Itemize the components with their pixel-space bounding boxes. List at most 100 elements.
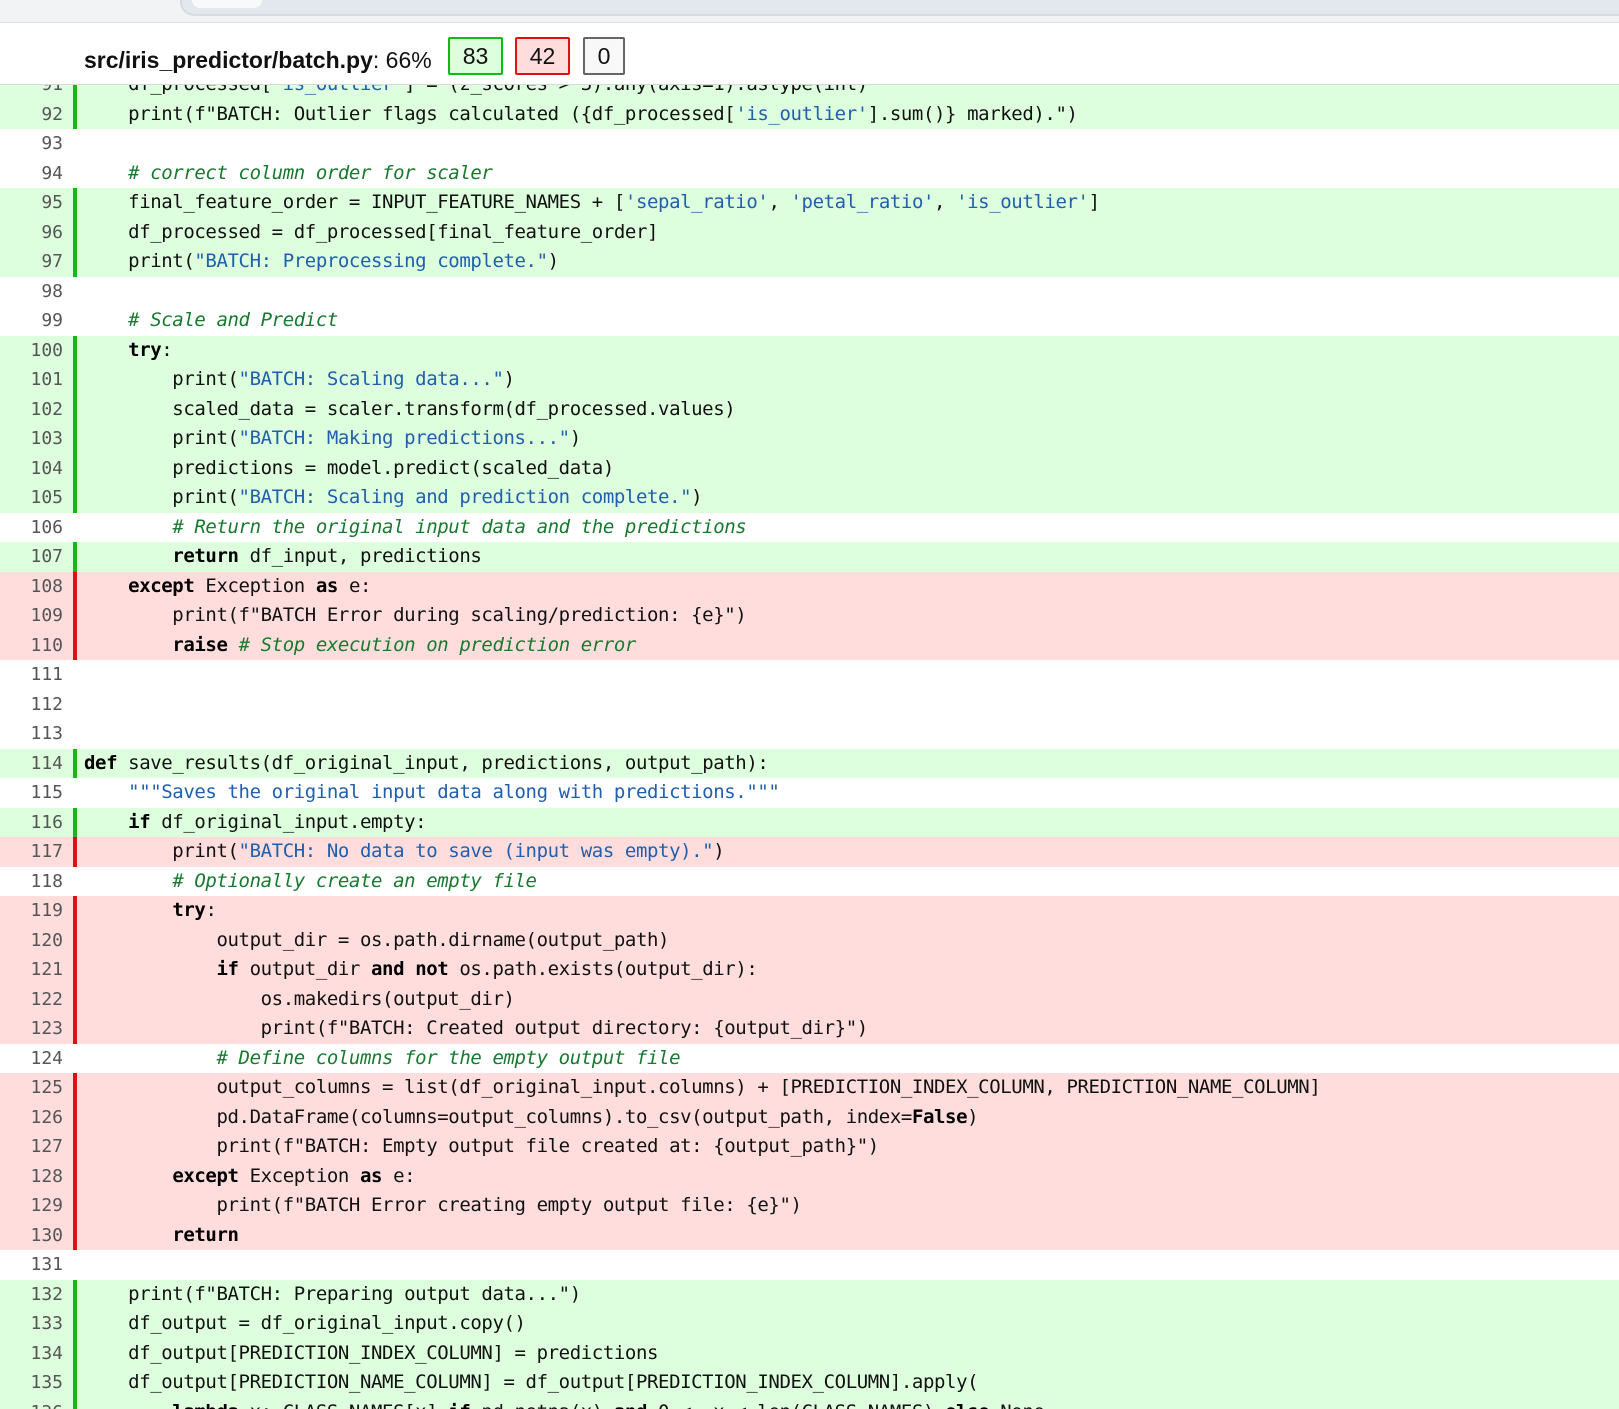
- line-number[interactable]: 123: [0, 1014, 63, 1044]
- missing-lines-toggle[interactable]: 42: [515, 37, 570, 75]
- keyword: try: [128, 338, 162, 361]
- string-literal: 'is_outlier': [735, 102, 868, 125]
- line-number[interactable]: 108: [0, 572, 63, 602]
- line-number[interactable]: 93: [0, 129, 63, 159]
- source-code-view: 91 df_processed['is_outlier'] = (z_score…: [0, 85, 1619, 1409]
- line-number[interactable]: 131: [0, 1250, 63, 1280]
- gutter: [73, 513, 77, 543]
- line-number[interactable]: 128: [0, 1162, 63, 1192]
- line-number[interactable]: 119: [0, 896, 63, 926]
- gutter: [73, 306, 77, 336]
- line-number[interactable]: 117: [0, 837, 63, 867]
- line-number[interactable]: 136: [0, 1398, 63, 1409]
- line-number[interactable]: 126: [0, 1103, 63, 1133]
- line-number[interactable]: 130: [0, 1221, 63, 1251]
- code-line: 110 raise # Stop execution on prediction…: [0, 630, 1619, 661]
- line-number[interactable]: 115: [0, 778, 63, 808]
- line-number[interactable]: 104: [0, 454, 63, 484]
- code-text: :: [205, 899, 217, 921]
- keyword: as: [315, 574, 338, 597]
- missing-marker: [73, 601, 77, 631]
- line-number[interactable]: 116: [0, 808, 63, 838]
- code-line: 101 print("BATCH: Scaling data..."): [0, 365, 1619, 395]
- code-line: 130 return: [0, 1220, 1619, 1251]
- browser-tab-strip: [0, 0, 1619, 23]
- line-number[interactable]: 96: [0, 218, 63, 248]
- line-source: df_processed = df_processed[final_featur…: [84, 218, 658, 248]
- code-line: 129 print(f"BATCH Error creating empty o…: [0, 1191, 1619, 1221]
- missing-marker: [73, 1132, 77, 1162]
- line-number[interactable]: 97: [0, 247, 63, 277]
- browser-tab[interactable]: [180, 0, 1619, 16]
- file-title: src/iris_predictor/batch.py: 66%: [84, 47, 432, 74]
- line-source: print(f"BATCH: Outlier flags calculated …: [84, 100, 1078, 130]
- string-literal: 'petal_ratio': [790, 191, 935, 213]
- code-text: print(f"BATCH Error during scaling/predi…: [84, 604, 747, 626]
- missing-marker: [73, 1102, 77, 1132]
- code-line: 127 print(f"BATCH: Empty output file cre…: [0, 1132, 1619, 1162]
- run-marker: [73, 394, 77, 424]
- run-marker: [73, 85, 77, 100]
- line-source: print("BATCH: Making predictions..."): [84, 424, 581, 454]
- line-number[interactable]: 124: [0, 1044, 63, 1074]
- line-number[interactable]: 113: [0, 719, 63, 749]
- line-number[interactable]: 114: [0, 749, 63, 779]
- string-literal: 'sepal_ratio': [624, 191, 769, 213]
- line-number[interactable]: 127: [0, 1132, 63, 1162]
- line-number[interactable]: 98: [0, 277, 63, 307]
- line-number[interactable]: 100: [0, 336, 63, 366]
- line-number[interactable]: 112: [0, 690, 63, 720]
- line-number[interactable]: 94: [0, 159, 63, 189]
- code-text: output_columns = list(df_original_input.…: [84, 1076, 1321, 1098]
- run-marker: [73, 335, 77, 365]
- line-number[interactable]: 122: [0, 985, 63, 1015]
- line-number[interactable]: 105: [0, 483, 63, 513]
- line-number[interactable]: 125: [0, 1073, 63, 1103]
- line-source: df_output[PREDICTION_INDEX_COLUMN] = pre…: [84, 1339, 658, 1369]
- line-number[interactable]: 135: [0, 1368, 63, 1398]
- code-line: 119 try:: [0, 896, 1619, 926]
- line-number[interactable]: 103: [0, 424, 63, 454]
- line-source: # Define columns for the empty output fi…: [84, 1044, 680, 1074]
- line-number[interactable]: 134: [0, 1339, 63, 1369]
- keyword: except: [128, 574, 195, 597]
- code-text: pd.notna(x): [470, 1401, 614, 1409]
- line-source: output_dir = os.path.dirname(output_path…: [84, 926, 669, 956]
- line-number[interactable]: 132: [0, 1280, 63, 1310]
- line-number[interactable]: 121: [0, 955, 63, 985]
- code-text: df_output[PREDICTION_INDEX_COLUMN] = pre…: [84, 1341, 659, 1364]
- code-text: Exception: [238, 1164, 360, 1187]
- line-number[interactable]: 111: [0, 660, 63, 690]
- string-literal: 'is_outlier': [272, 85, 405, 95]
- code-text: print(: [84, 427, 239, 449]
- line-source: print(f"BATCH: Preparing output data..."…: [84, 1280, 581, 1310]
- line-number[interactable]: 99: [0, 306, 63, 336]
- line-number[interactable]: 133: [0, 1309, 63, 1339]
- line-number[interactable]: 92: [0, 100, 63, 130]
- line-number[interactable]: 118: [0, 867, 63, 897]
- browser-tab-active[interactable]: [192, 0, 262, 8]
- line-number[interactable]: 102: [0, 395, 63, 425]
- code-line: 136 lambda x: CLASS_NAMES[x] if pd.notna…: [0, 1397, 1619, 1409]
- code-text: ): [967, 1105, 979, 1128]
- run-marker: [73, 1309, 77, 1339]
- line-number[interactable]: 107: [0, 542, 63, 572]
- line-number[interactable]: 91: [0, 85, 63, 100]
- line-number[interactable]: 106: [0, 513, 63, 543]
- run-marker: [73, 483, 77, 513]
- run-lines-toggle[interactable]: 83: [448, 37, 503, 75]
- line-number[interactable]: 109: [0, 601, 63, 631]
- line-number[interactable]: 95: [0, 188, 63, 218]
- excluded-lines-toggle[interactable]: 0: [583, 37, 625, 75]
- keyword: and: [614, 1401, 648, 1409]
- line-number[interactable]: 101: [0, 365, 63, 395]
- line-number[interactable]: 110: [0, 631, 63, 661]
- line-number[interactable]: 129: [0, 1191, 63, 1221]
- line-number[interactable]: 120: [0, 926, 63, 956]
